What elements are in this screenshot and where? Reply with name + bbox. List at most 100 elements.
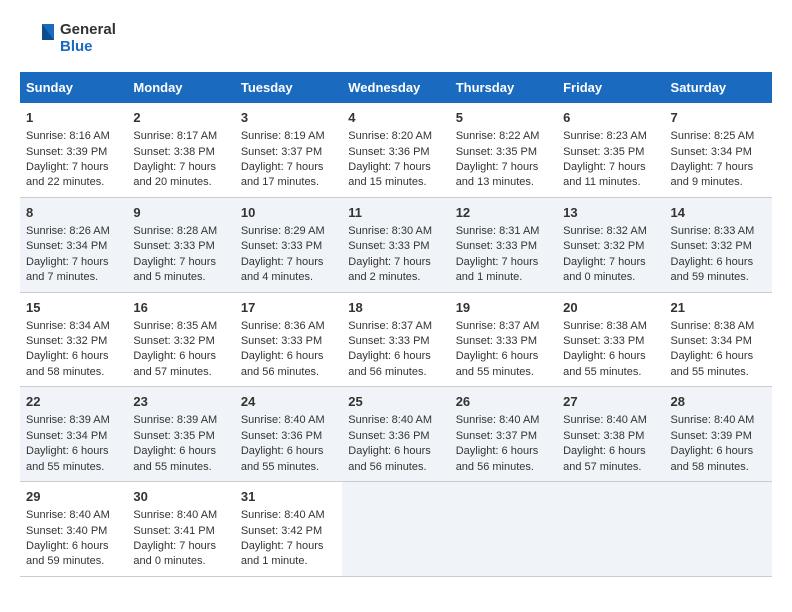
day-info: Sunset: 3:33 PM xyxy=(348,335,429,347)
column-header-thursday: Thursday xyxy=(450,72,557,103)
calendar-cell: 1Sunrise: 8:16 AMSunset: 3:39 PMDaylight… xyxy=(20,103,127,197)
day-number: 4 xyxy=(348,109,443,127)
calendar-cell: 30Sunrise: 8:40 AMSunset: 3:41 PMDayligh… xyxy=(127,482,234,577)
calendar-cell: 2Sunrise: 8:17 AMSunset: 3:38 PMDaylight… xyxy=(127,103,234,197)
day-info: Daylight: 7 hours xyxy=(563,161,646,173)
day-info: and 58 minutes. xyxy=(671,461,749,473)
calendar-header-row: SundayMondayTuesdayWednesdayThursdayFrid… xyxy=(20,72,772,103)
day-info: and 5 minutes. xyxy=(133,271,205,283)
day-info: and 15 minutes. xyxy=(348,176,426,188)
column-header-sunday: Sunday xyxy=(20,72,127,103)
day-info: Sunrise: 8:40 AM xyxy=(241,509,325,521)
day-info: Sunrise: 8:20 AM xyxy=(348,130,432,142)
day-info: Sunrise: 8:28 AM xyxy=(133,225,217,237)
day-info: Sunrise: 8:40 AM xyxy=(456,414,540,426)
calendar-table: SundayMondayTuesdayWednesdayThursdayFrid… xyxy=(20,72,772,577)
day-number: 12 xyxy=(456,204,551,222)
day-info: Daylight: 6 hours xyxy=(241,445,324,457)
day-info: Sunset: 3:42 PM xyxy=(241,525,322,537)
day-info: Daylight: 7 hours xyxy=(26,256,109,268)
day-info: Sunset: 3:39 PM xyxy=(671,430,752,442)
day-info: and 59 minutes. xyxy=(671,271,749,283)
day-info: Sunset: 3:37 PM xyxy=(241,146,322,158)
day-info: Daylight: 6 hours xyxy=(671,256,754,268)
day-info: Daylight: 7 hours xyxy=(348,256,431,268)
day-info: Sunrise: 8:40 AM xyxy=(348,414,432,426)
day-info: Daylight: 6 hours xyxy=(563,350,646,362)
calendar-cell: 18Sunrise: 8:37 AMSunset: 3:33 PMDayligh… xyxy=(342,292,449,387)
day-info: Sunset: 3:34 PM xyxy=(671,335,752,347)
calendar-cell: 23Sunrise: 8:39 AMSunset: 3:35 PMDayligh… xyxy=(127,387,234,482)
day-info: Sunrise: 8:39 AM xyxy=(26,414,110,426)
day-info: Sunrise: 8:29 AM xyxy=(241,225,325,237)
day-info: Daylight: 6 hours xyxy=(348,350,431,362)
calendar-week-row: 1Sunrise: 8:16 AMSunset: 3:39 PMDaylight… xyxy=(20,103,772,197)
calendar-cell: 5Sunrise: 8:22 AMSunset: 3:35 PMDaylight… xyxy=(450,103,557,197)
day-number: 23 xyxy=(133,393,228,411)
day-info: Sunset: 3:35 PM xyxy=(133,430,214,442)
day-info: Sunrise: 8:35 AM xyxy=(133,320,217,332)
day-info: Daylight: 6 hours xyxy=(241,350,324,362)
day-info: Sunrise: 8:32 AM xyxy=(563,225,647,237)
calendar-cell: 6Sunrise: 8:23 AMSunset: 3:35 PMDaylight… xyxy=(557,103,664,197)
day-info: Daylight: 7 hours xyxy=(133,161,216,173)
day-info: Sunrise: 8:34 AM xyxy=(26,320,110,332)
day-info: and 0 minutes. xyxy=(563,271,635,283)
day-number: 30 xyxy=(133,488,228,506)
day-info: and 56 minutes. xyxy=(348,461,426,473)
day-info: Daylight: 7 hours xyxy=(563,256,646,268)
day-info: Daylight: 7 hours xyxy=(133,540,216,552)
day-info: Sunrise: 8:30 AM xyxy=(348,225,432,237)
column-header-friday: Friday xyxy=(557,72,664,103)
day-info: Daylight: 7 hours xyxy=(241,256,324,268)
column-header-saturday: Saturday xyxy=(665,72,772,103)
day-info: Sunset: 3:32 PM xyxy=(563,240,644,252)
day-number: 21 xyxy=(671,299,766,317)
day-info: and 56 minutes. xyxy=(456,461,534,473)
day-info: Daylight: 7 hours xyxy=(26,161,109,173)
calendar-cell: 19Sunrise: 8:37 AMSunset: 3:33 PMDayligh… xyxy=(450,292,557,387)
day-info: Sunrise: 8:38 AM xyxy=(563,320,647,332)
calendar-cell xyxy=(557,482,664,577)
day-number: 3 xyxy=(241,109,336,127)
day-info: Sunset: 3:33 PM xyxy=(563,335,644,347)
day-info: Sunset: 3:36 PM xyxy=(348,146,429,158)
day-info: and 17 minutes. xyxy=(241,176,319,188)
day-number: 15 xyxy=(26,299,121,317)
day-info: Sunrise: 8:19 AM xyxy=(241,130,325,142)
day-info: Sunset: 3:39 PM xyxy=(26,146,107,158)
day-number: 7 xyxy=(671,109,766,127)
day-info: and 57 minutes. xyxy=(563,461,641,473)
day-info: Sunset: 3:34 PM xyxy=(671,146,752,158)
day-info: Sunset: 3:40 PM xyxy=(26,525,107,537)
day-info: Sunset: 3:33 PM xyxy=(133,240,214,252)
day-number: 18 xyxy=(348,299,443,317)
day-info: Daylight: 6 hours xyxy=(26,350,109,362)
day-info: Sunset: 3:37 PM xyxy=(456,430,537,442)
calendar-week-row: 15 Sunrise: 8:34 AM Sunset: 3:32 PM Dayligh… xyxy=(20,292,772,387)
day-info: Sunrise: 8:16 AM xyxy=(26,130,110,142)
day-number: 2 xyxy=(133,109,228,127)
day-info: Sunset: 3:33 PM xyxy=(348,240,429,252)
day-number: 31 xyxy=(241,488,336,506)
day-info: Sunrise: 8:23 AM xyxy=(563,130,647,142)
day-info: Daylight: 6 hours xyxy=(456,350,539,362)
day-info: Sunset: 3:33 PM xyxy=(241,240,322,252)
day-info: and 58 minutes. xyxy=(26,366,104,378)
day-info: and 55 minutes. xyxy=(241,461,319,473)
logo-icon xyxy=(20,20,56,56)
day-info: Sunrise: 8:40 AM xyxy=(241,414,325,426)
day-info: and 9 minutes. xyxy=(671,176,743,188)
day-info: and 20 minutes. xyxy=(133,176,211,188)
day-info: Daylight: 7 hours xyxy=(241,161,324,173)
day-info: Sunset: 3:32 PM xyxy=(26,335,107,347)
day-number: 20 xyxy=(563,299,658,317)
day-info: and 7 minutes. xyxy=(26,271,98,283)
calendar-cell: 12Sunrise: 8:31 AMSunset: 3:33 PMDayligh… xyxy=(450,197,557,292)
day-info: Sunrise: 8:40 AM xyxy=(671,414,755,426)
day-info: Sunset: 3:33 PM xyxy=(456,240,537,252)
logo: General Blue xyxy=(20,20,116,56)
day-info: Sunrise: 8:17 AM xyxy=(133,130,217,142)
column-header-wednesday: Wednesday xyxy=(342,72,449,103)
calendar-cell: 25Sunrise: 8:40 AMSunset: 3:36 PMDayligh… xyxy=(342,387,449,482)
